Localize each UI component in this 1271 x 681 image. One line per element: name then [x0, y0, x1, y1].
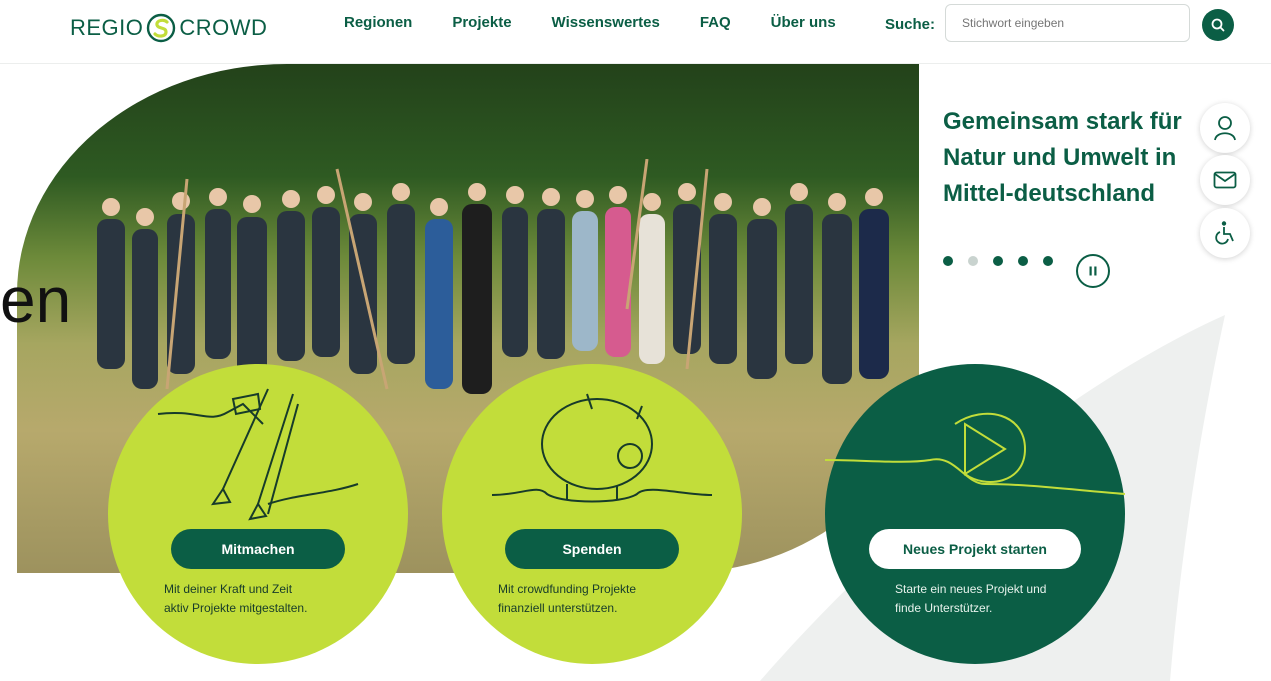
search-label: Suche: — [885, 16, 936, 33]
hero-tagline: Gemeinsam stark für Natur und Umwelt in … — [943, 108, 1182, 207]
mitmachen-desc-line-1: Mit deiner Kraft und Zeit — [164, 582, 293, 596]
carousel-dot-5[interactable] — [1043, 256, 1053, 266]
nav-ueber-uns[interactable]: Über uns — [771, 14, 836, 31]
play-video-icon — [825, 412, 1125, 495]
mail-icon — [1213, 171, 1237, 189]
contact-button[interactable] — [1200, 155, 1250, 205]
user-icon — [1214, 116, 1236, 141]
carousel-dot-4[interactable] — [1018, 256, 1028, 266]
neues-projekt-desc-line-2: finde Unterstützer. — [895, 601, 993, 615]
card-spenden: Spenden Mit crowdfunding Projekte finanz… — [442, 364, 742, 664]
nav-regionen[interactable]: Regionen — [344, 14, 412, 31]
search-icon — [1211, 18, 1225, 32]
logo[interactable]: REGIO CROWD — [70, 12, 267, 44]
accessibility-icon — [1215, 221, 1234, 245]
spenden-description: Mit crowdfunding Projekte finanziell unt… — [498, 580, 698, 618]
carousel-pause-button[interactable] — [1076, 254, 1110, 288]
account-button[interactable] — [1200, 103, 1250, 153]
nav-wissenswertes[interactable]: Wissenswertes — [552, 14, 660, 31]
neues-projekt-button[interactable]: Neues Projekt starten — [869, 529, 1081, 569]
carousel-dot-3[interactable] — [993, 256, 1003, 266]
carousel-dots — [943, 256, 1068, 266]
carousel-dot-2[interactable] — [968, 256, 978, 266]
garden-tools-icon — [157, 388, 359, 521]
logo-text-left: REGIO — [70, 15, 144, 40]
search-button[interactable] — [1202, 9, 1234, 41]
mitmachen-description: Mit deiner Kraft und Zeit aktiv Projekte… — [164, 580, 364, 618]
logo-s-icon — [147, 13, 176, 43]
card-neues-projekt: Neues Projekt starten Starte ein neues P… — [825, 364, 1125, 664]
card-mitmachen: Mitmachen Mit deiner Kraft und Zeit akti… — [108, 364, 408, 664]
neues-projekt-description: Starte ein neues Projekt und finde Unter… — [895, 580, 1095, 618]
pause-icon — [1089, 266, 1097, 276]
clipped-heading-fragment: en — [0, 264, 72, 336]
logo-text-right: CROWD — [179, 15, 268, 40]
nav-faq[interactable]: FAQ — [700, 14, 731, 31]
piggy-bank-icon — [491, 393, 713, 503]
spenden-desc-line-2: finanziell unterstützen. — [498, 601, 618, 615]
mitmachen-desc-line-2: aktiv Projekte mitgestalten. — [164, 601, 308, 615]
site-header: REGIO CROWD Regionen Projekte Wissenswer… — [0, 0, 1271, 64]
neues-projekt-desc-line-1: Starte ein neues Projekt und — [895, 582, 1047, 596]
search-input[interactable] — [945, 4, 1190, 42]
main-nav: Regionen Projekte Wissenswertes FAQ Über… — [344, 14, 876, 31]
carousel-dot-1[interactable] — [943, 256, 953, 266]
accessibility-button[interactable] — [1200, 208, 1250, 258]
spenden-desc-line-1: Mit crowdfunding Projekte — [498, 582, 637, 596]
nav-projekte[interactable]: Projekte — [452, 14, 511, 31]
mitmachen-button[interactable]: Mitmachen — [171, 529, 345, 569]
spenden-button[interactable]: Spenden — [505, 529, 679, 569]
